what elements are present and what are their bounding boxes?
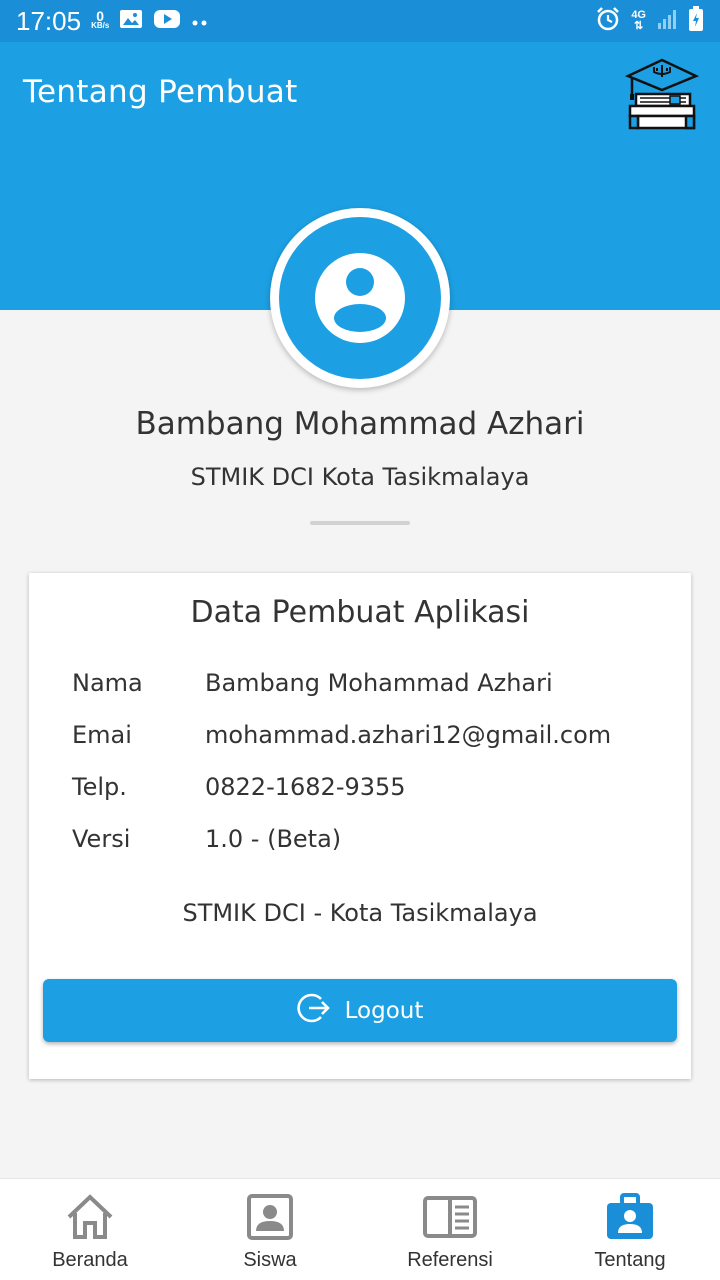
page-title: Tentang Pembuat — [23, 74, 298, 110]
nav-label: Beranda — [52, 1249, 128, 1271]
nav-label: Siswa — [243, 1249, 297, 1271]
bottom-navigation: Beranda Siswa Referensi Tentang — [0, 1178, 720, 1280]
nav-label: Tentang — [594, 1249, 666, 1271]
youtube-icon — [153, 9, 181, 33]
network-type: 4G ⇅ — [631, 9, 646, 32]
creator-info-card: Data Pembuat Aplikasi Nama Bambang Moham… — [29, 573, 691, 1079]
image-icon — [119, 9, 143, 33]
info-row-nama: Nama Bambang Mohammad Azhari — [72, 669, 672, 709]
network-speed: 0 KB/s — [91, 8, 110, 30]
battery-icon — [688, 6, 704, 36]
profile-institution: STMIK DCI Kota Tasikmalaya — [190, 463, 530, 491]
book-open-icon — [422, 1193, 478, 1245]
nav-label: Referensi — [407, 1249, 493, 1271]
info-row-telp: Telp. 0822-1682-9355 — [72, 773, 672, 813]
data-arrows-icon: ⇅ — [634, 20, 644, 32]
status-time: 17:05 — [16, 5, 82, 36]
info-row-versi: Versi 1.0 - (Beta) — [72, 825, 672, 865]
signal-icon — [656, 8, 678, 34]
info-row-email: Emai mohammad.azhari12@gmail.com — [72, 721, 672, 761]
info-value: 1.0 - (Beta) — [205, 825, 342, 853]
info-value: Bambang Mohammad Azhari — [205, 669, 553, 697]
info-label: Telp. — [72, 773, 127, 801]
portrait-icon — [246, 1193, 294, 1245]
info-value: mohammad.azhari12@gmail.com — [205, 721, 612, 749]
logout-button[interactable]: Logout — [43, 979, 677, 1042]
avatar — [270, 208, 450, 388]
logout-icon — [297, 991, 331, 1031]
info-label: Nama — [72, 669, 143, 697]
card-footer: STMIK DCI - Kota Tasikmalaya — [182, 899, 538, 927]
nav-item-referensi[interactable]: Referensi — [360, 1179, 540, 1280]
home-icon — [65, 1193, 115, 1245]
profile-name: Bambang Mohammad Azhari — [135, 406, 585, 442]
nav-item-tentang[interactable]: Tentang — [540, 1179, 720, 1280]
alarm-icon — [595, 6, 621, 36]
card-title: Data Pembuat Aplikasi — [190, 595, 530, 630]
nav-item-siswa[interactable]: Siswa — [180, 1179, 360, 1280]
info-label: Versi — [72, 825, 131, 853]
graduation-books-icon — [624, 56, 700, 132]
logout-label: Logout — [344, 997, 424, 1024]
badge-briefcase-icon — [605, 1193, 655, 1245]
nav-item-beranda[interactable]: Beranda — [0, 1179, 180, 1280]
divider — [310, 521, 410, 525]
more-dots-icon — [191, 12, 209, 31]
status-bar: 17:05 0 KB/s 4G ⇅ — [0, 0, 720, 42]
account-circle-icon — [279, 217, 441, 379]
info-value: 0822-1682-9355 — [205, 773, 406, 801]
info-label: Emai — [72, 721, 132, 749]
